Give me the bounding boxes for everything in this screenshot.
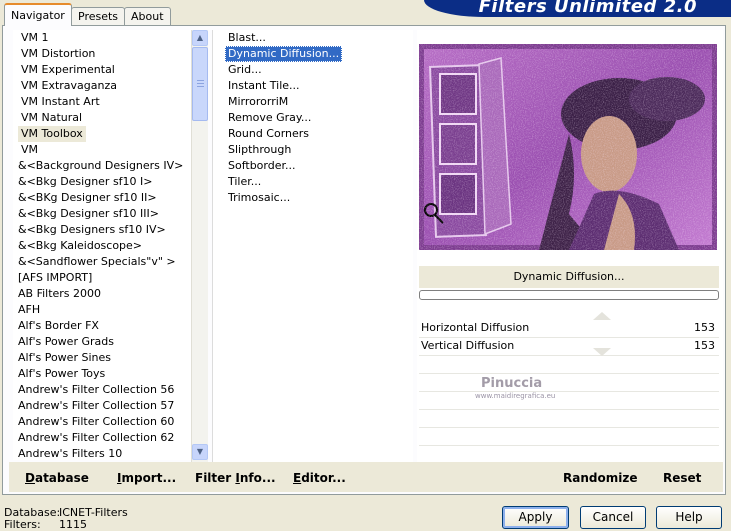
category-item[interactable]: &<Sandflower Specials"v" >: [15, 254, 179, 270]
empty-parameter-row: [419, 410, 719, 428]
empty-parameter-row: [419, 356, 719, 374]
category-item[interactable]: Andrew's Filter Collection 56: [15, 382, 177, 398]
tab-navigator[interactable]: Navigator: [4, 3, 72, 26]
filter-item[interactable]: Round Corners: [225, 126, 312, 142]
category-item[interactable]: Andrew's Filter Collection 57: [15, 398, 177, 414]
category-item[interactable]: &<Background Designers IV>: [15, 158, 186, 174]
filter-item[interactable]: Softborder...: [225, 158, 299, 174]
category-item[interactable]: Andrew's Filters 10: [15, 446, 125, 460]
empty-parameter-row: [419, 392, 719, 410]
filter-item[interactable]: Remove Gray...: [225, 110, 314, 126]
category-list[interactable]: VM 1 VM Distortion VM Experimental VM Extra…: [13, 30, 207, 460]
parameter-slider-marker[interactable]: [593, 348, 611, 356]
parameter-row[interactable]: Horizontal Diffusion 153: [419, 312, 719, 338]
empty-parameter-row: [419, 428, 719, 446]
category-item[interactable]: Alf's Border FX: [15, 318, 102, 334]
filter-item[interactable]: Slipthrough: [225, 142, 294, 158]
filter-item[interactable]: Grid...: [225, 62, 265, 78]
cancel-button[interactable]: Cancel: [580, 506, 646, 529]
watermark-name: Pinuccia: [481, 376, 543, 391]
empty-parameter-row: [419, 374, 719, 392]
category-item[interactable]: Alf's Power Grads: [15, 334, 117, 350]
parameter-row[interactable]: Vertical Diffusion 153: [419, 338, 719, 356]
tab-strip: Navigator Presets About Filters Unlimite…: [0, 0, 731, 26]
navigator-panel: VM 1 VM Distortion VM Experimental VM Extra…: [2, 25, 726, 495]
database-button[interactable]: Database: [25, 471, 89, 485]
category-item[interactable]: VM Natural: [18, 110, 85, 126]
category-item[interactable]: &<Bkg Designer sf10 III>: [15, 206, 162, 222]
category-item[interactable]: Alf's Power Sines: [15, 350, 114, 366]
filter-item[interactable]: Trimosaic...: [225, 190, 293, 206]
filters-label: Filters:: [4, 518, 41, 531]
parameter-label: Horizontal Diffusion: [421, 321, 530, 334]
category-item[interactable]: VM: [18, 142, 41, 158]
category-item[interactable]: VM 1: [18, 30, 52, 46]
category-item[interactable]: &<BKg Designer sf10 II>: [15, 190, 160, 206]
category-item[interactable]: &<Bkg Designers sf10 IV>: [15, 222, 169, 238]
editor-button[interactable]: Editor...: [293, 471, 346, 485]
randomize-button[interactable]: Randomize: [563, 471, 637, 485]
tab-about[interactable]: About: [124, 7, 171, 25]
filter-item[interactable]: Tiler...: [225, 174, 264, 190]
filter-list[interactable]: Blast... Dynamic Diffusion... Grid... Insta…: [212, 30, 413, 462]
category-item[interactable]: VM Toolbox: [18, 126, 86, 142]
category-item[interactable]: &<Bkg Designer sf10 I>: [15, 174, 156, 190]
import-button[interactable]: Import...: [117, 471, 176, 485]
scroll-up-button[interactable]: ▲: [192, 30, 208, 46]
filter-info-button[interactable]: Filter Info...: [195, 471, 276, 485]
parameter-value: 153: [694, 339, 715, 352]
watermark-site: www.maidiregrafica.eu: [475, 392, 556, 400]
category-item[interactable]: VM Distortion: [18, 46, 98, 62]
scroll-thumb[interactable]: [192, 47, 208, 121]
filter-item[interactable]: Instant Tile...: [225, 78, 303, 94]
category-item[interactable]: VM Extravaganza: [18, 78, 120, 94]
bottom-toolbar: Database Import... Filter Info... Editor…: [9, 462, 723, 492]
preview-image: [419, 44, 717, 250]
category-item[interactable]: AB Filters 2000: [15, 286, 104, 302]
app-title: Filters Unlimited 2.0: [478, 0, 697, 17]
scroll-down-button[interactable]: ▼: [192, 444, 208, 460]
status-info: Database:ICNET-Filters Filters: 1115: [4, 507, 128, 531]
parameter-slider-marker[interactable]: [593, 312, 611, 320]
title-banner: Filters Unlimited 2.0: [424, 0, 731, 17]
parameter-label: Vertical Diffusion: [421, 339, 515, 352]
reset-button[interactable]: Reset: [663, 471, 701, 485]
parameter-value: 153: [694, 321, 715, 334]
filter-item[interactable]: MirrororriM: [225, 94, 291, 110]
category-item[interactable]: [AFS IMPORT]: [15, 270, 95, 286]
filters-count: 1115: [59, 518, 87, 531]
category-item[interactable]: VM Instant Art: [18, 94, 103, 110]
category-item[interactable]: &<Bkg Kaleidoscope>: [15, 238, 145, 254]
selected-filter-name: Dynamic Diffusion...: [419, 266, 719, 288]
category-item[interactable]: VM Experimental: [18, 62, 118, 78]
filter-item[interactable]: Dynamic Diffusion...: [225, 46, 343, 62]
category-scrollbar[interactable]: ▲ ▼: [191, 30, 208, 462]
parameter-grid[interactable]: Horizontal Diffusion 153 Vertical Diffusio…: [419, 312, 719, 464]
progress-bar: [419, 290, 719, 300]
filter-item[interactable]: Blast...: [225, 30, 269, 46]
category-item[interactable]: Alf's Power Toys: [15, 366, 108, 382]
category-item[interactable]: Andrew's Filter Collection 62: [15, 430, 177, 446]
apply-button[interactable]: Apply: [502, 506, 569, 529]
tab-presets[interactable]: Presets: [71, 7, 126, 25]
category-item[interactable]: Andrew's Filter Collection 60: [15, 414, 177, 430]
category-item[interactable]: AFH: [15, 302, 43, 318]
help-button[interactable]: Help: [656, 506, 722, 529]
